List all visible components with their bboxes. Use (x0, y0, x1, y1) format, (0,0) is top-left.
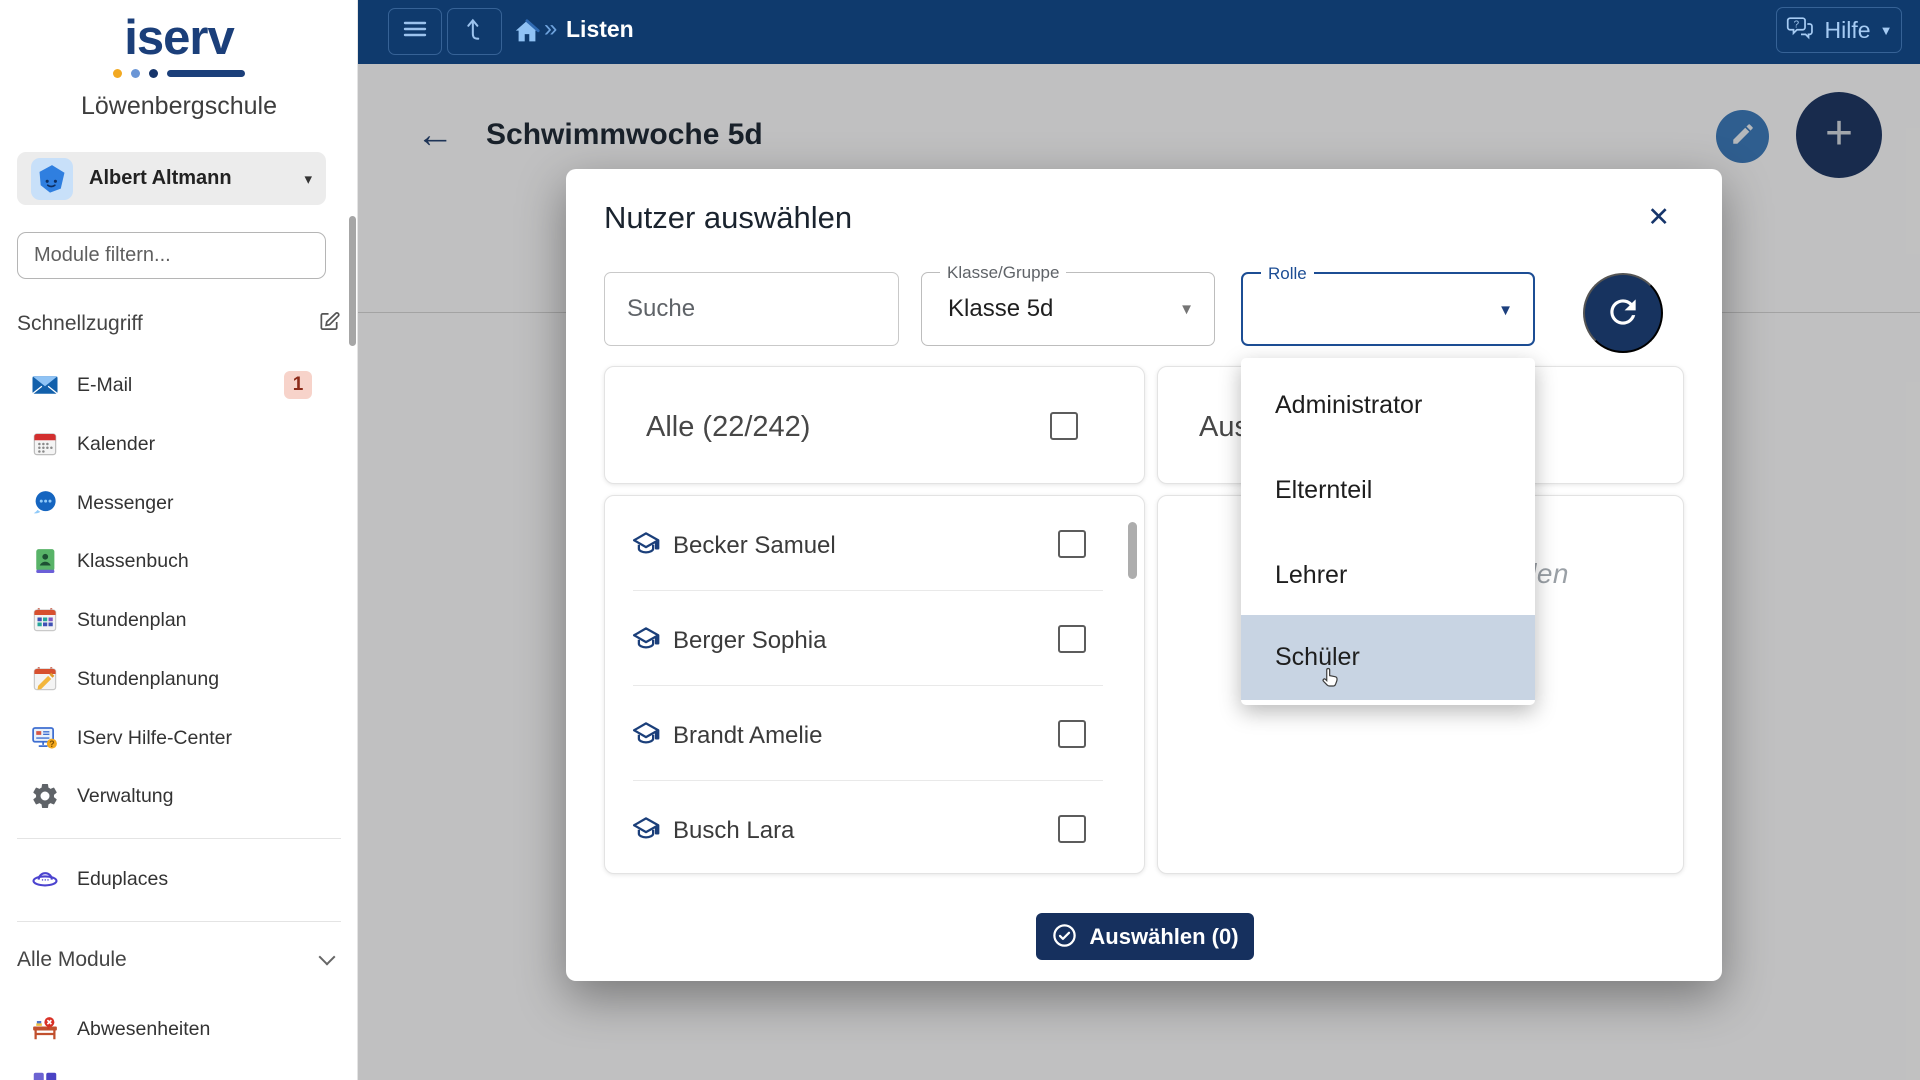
user-menu[interactable]: Albert Altmann ▾ (17, 152, 326, 205)
graduation-cap-icon (631, 719, 661, 754)
breadcrumb[interactable]: Listen (566, 16, 634, 43)
close-icon[interactable]: ✕ (1647, 202, 1670, 233)
check-circle-icon (1051, 922, 1078, 952)
chevron-down-icon: ▾ (304, 170, 312, 188)
email-icon (30, 370, 60, 400)
topbar: » Listen ? Hilfe ▼ (358, 0, 1920, 64)
role-option-administrator[interactable]: Administrator (1241, 363, 1535, 448)
eduplaces-icon (30, 864, 60, 894)
divider (17, 838, 341, 839)
help-chat-icon: ? (1786, 14, 1816, 47)
avatar (31, 158, 73, 200)
absences-icon (30, 1014, 60, 1044)
list-item[interactable]: Becker Samuel (605, 496, 1144, 590)
sidebar: iserv Löwenbergschule Albert Altmann ▾ S… (0, 0, 358, 1080)
sidebar-item-partial[interactable] (0, 1060, 358, 1080)
role-option-elternteil[interactable]: Elternteil (1241, 448, 1535, 533)
home-icon[interactable] (511, 16, 543, 53)
refresh-button[interactable] (1583, 273, 1663, 353)
all-modules-toggle[interactable]: Alle Module (17, 940, 341, 980)
list-scrollbar[interactable] (1128, 522, 1137, 579)
logo-decoration (0, 69, 358, 78)
list-item[interactable]: Busch Lara (605, 781, 1144, 874)
chevron-down-icon (319, 949, 336, 966)
svg-text:?: ? (1793, 19, 1799, 30)
dialog-title: Nutzer auswählen (604, 200, 852, 236)
sidebar-item-messenger[interactable]: Messenger (0, 479, 358, 527)
class-group-label: Klasse/Gruppe (940, 263, 1066, 283)
mouse-cursor (1317, 665, 1343, 698)
student-checkbox[interactable] (1058, 720, 1086, 748)
sidebar-scrollbar[interactable] (349, 216, 356, 346)
graduation-cap-icon (631, 529, 661, 564)
menu-toggle-button[interactable] (388, 8, 442, 55)
sidebar-item-hilfe-center[interactable]: ? IServ Hilfe-Center (0, 714, 358, 762)
screen: ← Schwimmwoche 5d + iserv Löwenbergschul… (0, 0, 1920, 1080)
refresh-icon (1604, 293, 1642, 334)
list-item[interactable]: Brandt Amelie (605, 686, 1144, 780)
divider (17, 921, 341, 922)
sidebar-item-verwaltung[interactable]: Verwaltung (0, 772, 358, 820)
confirm-selection-button[interactable]: Auswählen (0) (1036, 913, 1254, 960)
school-name: Löwenbergschule (0, 92, 358, 121)
module-grid-icon (30, 1069, 60, 1080)
role-dropdown-menu: Administrator Elternteil Lehrer Schüler (1241, 358, 1535, 705)
class-group-select[interactable]: Klasse/Gruppe Klasse 5d ▼ (921, 272, 1215, 346)
sidebar-item-kalender[interactable]: Kalender (0, 420, 358, 468)
svg-text:?: ? (49, 739, 54, 749)
class-group-value: Klasse 5d (948, 295, 1053, 323)
arrow-up-icon (462, 15, 488, 48)
dropdown-caret-icon: ▼ (1179, 301, 1194, 318)
timetable-planning-icon (30, 664, 60, 694)
student-checkbox[interactable] (1058, 815, 1086, 843)
sidebar-item-stundenplanung[interactable]: Stundenplanung (0, 655, 358, 703)
select-users-dialog: Nutzer auswählen ✕ Klasse/Gruppe Klasse … (566, 169, 1722, 981)
all-users-header: Alle (22/242) (604, 366, 1145, 484)
student-checkbox[interactable] (1058, 625, 1086, 653)
messenger-icon (30, 488, 60, 518)
search-input[interactable] (604, 272, 899, 346)
chevron-down-icon: ▼ (1880, 23, 1893, 38)
graduation-cap-icon (631, 624, 661, 659)
student-name: Berger Sophia (673, 627, 826, 655)
gear-icon (30, 781, 60, 811)
class-register-icon (30, 546, 60, 576)
student-name: Brandt Amelie (673, 722, 822, 750)
all-users-list: Becker Samuel Berger Sophia Brandt Ameli… (604, 495, 1145, 874)
role-option-lehrer[interactable]: Lehrer (1241, 533, 1535, 618)
email-unread-badge: 1 (284, 371, 312, 399)
quick-access-label: Schnellzugriff (17, 312, 143, 336)
help-label: Hilfe (1825, 17, 1871, 44)
student-name: Busch Lara (673, 817, 794, 845)
user-name: Albert Altmann (89, 167, 288, 190)
role-select[interactable]: Rolle ▼ (1241, 272, 1535, 346)
student-checkbox[interactable] (1058, 530, 1086, 558)
sidebar-item-abwesenheiten[interactable]: Abwesenheiten (0, 1005, 358, 1053)
role-label: Rolle (1261, 264, 1314, 284)
sidebar-item-klassenbuch[interactable]: Klassenbuch (0, 537, 358, 585)
help-center-icon: ? (30, 723, 60, 753)
select-all-checkbox[interactable] (1050, 412, 1078, 440)
hamburger-icon (401, 18, 429, 45)
timetable-icon (30, 605, 60, 635)
calendar-icon (30, 429, 60, 459)
sidebar-item-eduplaces[interactable]: Eduplaces (0, 855, 358, 903)
all-users-count: Alle (22/242) (646, 411, 810, 444)
dropdown-caret-icon: ▼ (1498, 302, 1513, 319)
graduation-cap-icon (631, 814, 661, 849)
role-option-schueler[interactable]: Schüler (1241, 615, 1535, 700)
iserv-logo[interactable]: iserv Löwenbergschule (0, 14, 358, 121)
up-level-button[interactable] (447, 8, 502, 55)
help-menu-button[interactable]: ? Hilfe ▼ (1776, 7, 1902, 53)
list-item[interactable]: Berger Sophia (605, 591, 1144, 685)
sidebar-item-email[interactable]: E-Mail 1 (0, 361, 358, 409)
module-filter-input[interactable] (17, 232, 326, 279)
sidebar-item-stundenplan[interactable]: Stundenplan (0, 596, 358, 644)
student-name: Becker Samuel (673, 532, 836, 560)
edit-quick-access-icon[interactable] (318, 310, 341, 338)
breadcrumb-separator: » (544, 15, 557, 43)
